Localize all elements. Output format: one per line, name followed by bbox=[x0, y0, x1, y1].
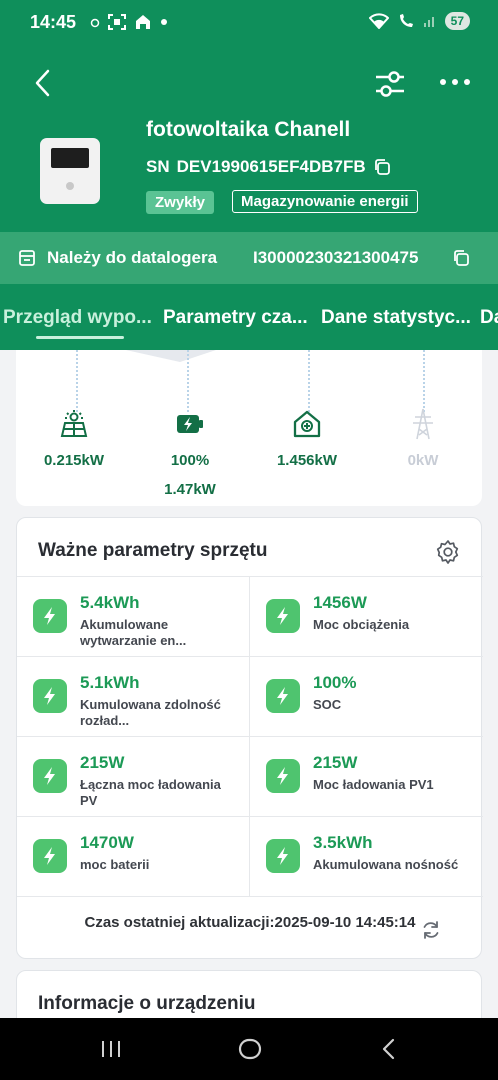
home-status-icon bbox=[136, 15, 150, 29]
flow-grid[interactable]: 0kW bbox=[368, 408, 478, 469]
last-update-text: Czas ostatniej aktualizacji:2025-09-10 1… bbox=[84, 914, 416, 931]
tab-data[interactable]: Da bbox=[480, 307, 498, 329]
flow-line-grid bbox=[423, 350, 425, 412]
battery-soc-value: 100% bbox=[170, 452, 210, 469]
param-value: 5.4kWh bbox=[80, 593, 140, 612]
battery-power-value: 1.47kW bbox=[164, 481, 216, 498]
param-cell[interactable]: 1456W Moc obciążenia bbox=[250, 577, 483, 657]
active-tab-indicator bbox=[36, 336, 124, 339]
pv-power-value: 0.215kW bbox=[43, 452, 105, 469]
flow-line-pv bbox=[76, 350, 78, 412]
sync-icon bbox=[90, 18, 100, 28]
flow-line-home bbox=[308, 350, 310, 412]
solar-panel-icon bbox=[60, 410, 88, 437]
param-value: 215W bbox=[80, 753, 125, 772]
param-cell[interactable]: 3.5kWh Akumulowana nośność bbox=[250, 817, 483, 897]
back-nav-icon[interactable] bbox=[380, 1037, 398, 1061]
status-bar: 14:45 57 bbox=[0, 0, 498, 46]
param-value: 215W bbox=[313, 753, 358, 772]
more-options-icon[interactable] bbox=[438, 72, 472, 92]
param-cell[interactable]: 215W Moc ładowania PV1 bbox=[250, 737, 483, 817]
datalogger-bar: Należy do datalogera I30000230321300475 bbox=[0, 232, 498, 284]
param-label: Moc obciążenia bbox=[313, 617, 410, 632]
energy-bolt-icon bbox=[33, 839, 67, 873]
energy-bolt-icon bbox=[33, 679, 67, 713]
status-notification-icons bbox=[90, 14, 168, 30]
param-value: 1456W bbox=[313, 593, 367, 612]
datalogger-icon bbox=[19, 250, 35, 266]
param-label: Moc ładowania PV1 bbox=[313, 777, 434, 792]
param-value: 3.5kWh bbox=[313, 833, 373, 852]
param-value: 1470W bbox=[80, 833, 134, 852]
energy-bolt-icon bbox=[266, 599, 300, 633]
energy-bolt-icon bbox=[266, 679, 300, 713]
info-title: Informacje o urządzeniu bbox=[38, 993, 256, 1014]
param-cell[interactable]: 215W Łączna moc ładowania PV bbox=[17, 737, 250, 817]
energy-bolt-icon bbox=[33, 759, 67, 793]
tab-statistics[interactable]: Dane statystyc... bbox=[321, 307, 471, 329]
tab-overview[interactable]: Przegląd wypo... bbox=[3, 307, 152, 329]
system-nav-bar bbox=[0, 1018, 498, 1080]
param-cell[interactable]: 5.1kWh Kumulowana zdolność rozład... bbox=[17, 657, 250, 737]
dot-icon bbox=[161, 19, 167, 25]
device-serial-row: SN DEV1990615EF4DB7FB bbox=[146, 157, 391, 177]
app-header: 14:45 57 fotowoltaika Chanell SN DEV1990… bbox=[0, 0, 498, 350]
param-cell[interactable]: 1470W moc baterii bbox=[17, 817, 250, 897]
flow-home[interactable]: 1.456kW bbox=[252, 408, 362, 469]
screenshot-icon bbox=[108, 14, 126, 30]
home-load-value: 1.456kW bbox=[276, 452, 338, 469]
param-label: Akumulowana nośność bbox=[313, 857, 459, 872]
device-role-tag: Magazynowanie energii bbox=[232, 190, 418, 213]
wifi-icon bbox=[368, 13, 389, 29]
back-button[interactable] bbox=[30, 68, 56, 98]
gear-icon[interactable] bbox=[435, 539, 461, 565]
param-label: Akumulowane wytwarzanie en... bbox=[80, 617, 187, 648]
status-system-icons: 57 bbox=[368, 12, 470, 30]
datalogger-label: Należy do datalogera bbox=[47, 248, 218, 267]
copy-icon[interactable] bbox=[373, 158, 391, 176]
param-value: 5.1kWh bbox=[80, 673, 140, 692]
params-title: Ważne parametry sprzętu bbox=[38, 540, 268, 561]
param-cell[interactable]: 5.4kWh Akumulowane wytwarzanie en... bbox=[17, 577, 250, 657]
home-nav-icon[interactable] bbox=[238, 1037, 262, 1061]
refresh-icon[interactable] bbox=[421, 920, 441, 940]
power-tower-icon bbox=[413, 408, 433, 440]
settings-sliders-icon[interactable] bbox=[374, 68, 406, 100]
serial-number: DEV1990615EF4DB7FB bbox=[176, 157, 366, 176]
param-label: Łączna moc ładowania PV bbox=[80, 777, 221, 808]
flow-battery[interactable]: 100% 1.47kW bbox=[135, 408, 245, 498]
device-screen bbox=[51, 148, 89, 168]
device-name: fotowoltaika Chanell bbox=[146, 118, 351, 141]
key-parameters-card: Ważne parametry sprzętu 5.4kWh Akumulowa… bbox=[16, 517, 483, 959]
battery-indicator: 57 bbox=[444, 12, 470, 30]
wifi-call-icon bbox=[399, 14, 413, 27]
param-label: moc baterii bbox=[80, 857, 150, 872]
flow-line-battery bbox=[187, 350, 189, 412]
status-time: 14:45 bbox=[30, 12, 77, 32]
param-cell[interactable]: 100% SOC bbox=[250, 657, 483, 737]
params-grid: 5.4kWh Akumulowane wytwarzanie en... 145… bbox=[17, 576, 483, 897]
tab-realtime-params[interactable]: Parametry cza... bbox=[163, 307, 308, 329]
flow-diagram-edge bbox=[126, 350, 216, 362]
device-thumbnail bbox=[40, 138, 100, 204]
datalogger-value: I30000230321300475 bbox=[253, 248, 419, 267]
recent-apps-icon[interactable] bbox=[100, 1038, 122, 1060]
serial-prefix: SN bbox=[146, 157, 170, 176]
grid-power-value: 0kW bbox=[407, 452, 439, 469]
energy-bolt-icon bbox=[266, 759, 300, 793]
param-label: Kumulowana zdolność rozład... bbox=[80, 697, 221, 728]
copy-icon[interactable] bbox=[452, 249, 470, 267]
param-value: 100% bbox=[313, 673, 357, 692]
signal-icon bbox=[423, 17, 434, 27]
energy-bolt-icon bbox=[266, 839, 300, 873]
device-type-tag: Zwykły bbox=[146, 191, 215, 214]
battery-charging-icon bbox=[177, 415, 203, 433]
device-button bbox=[66, 182, 74, 190]
energy-bolt-icon bbox=[33, 599, 67, 633]
param-label: SOC bbox=[313, 697, 342, 712]
home-icon bbox=[293, 410, 321, 438]
flow-pv[interactable]: 0.215kW bbox=[19, 408, 129, 469]
